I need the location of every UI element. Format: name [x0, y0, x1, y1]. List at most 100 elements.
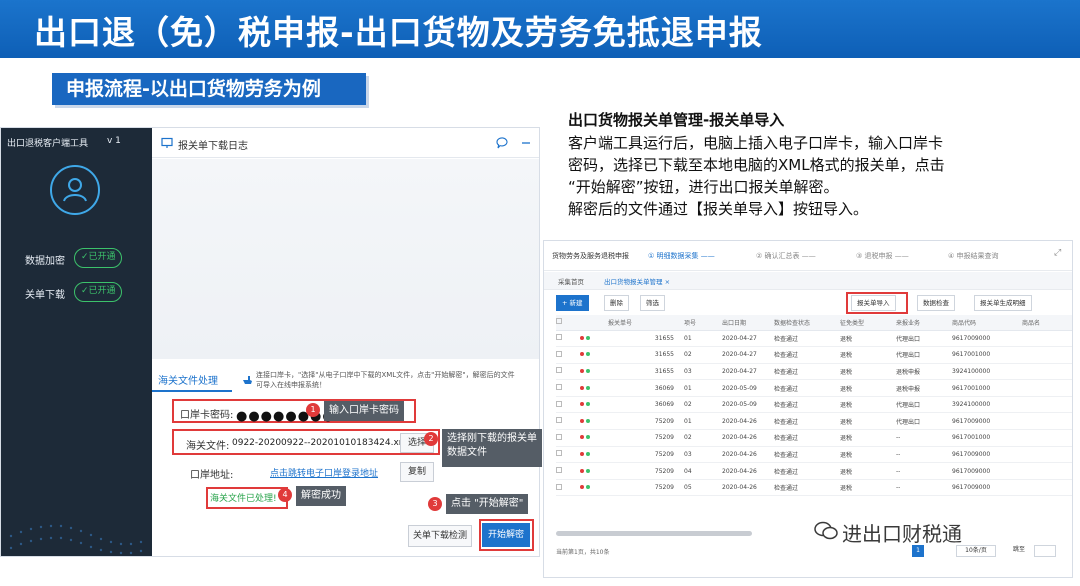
table-row[interactable]: 36069 02 2020-05-09 检查通过 退税 代理出口 3924100000: [556, 396, 1072, 414]
cell-biz: 代理出口: [896, 330, 952, 348]
cell-decl-no[interactable]: 31655: [608, 363, 684, 381]
col-header[interactable]: 商品名: [1022, 315, 1072, 331]
cell-date: 2020-04-26: [722, 429, 774, 447]
tab-home[interactable]: 采集首页: [558, 276, 584, 286]
goto-page-input[interactable]: [1034, 545, 1056, 557]
new-button[interactable]: + 新建: [556, 295, 589, 311]
col-header[interactable]: 项号: [684, 315, 722, 331]
cell-type: 退税: [840, 462, 896, 480]
cell-code: 9617009000: [952, 446, 1022, 464]
process-done-status: 海关文件已处理!: [210, 494, 277, 504]
row-checkbox[interactable]: [556, 367, 562, 374]
row-checkbox[interactable]: [556, 467, 562, 474]
cell-type: 退税: [840, 396, 896, 414]
step-2-label: 确认汇总表: [764, 252, 800, 260]
table-row[interactable]: 31655 02 2020-04-27 检查通过 退税 代理出口 9617001000: [556, 346, 1072, 364]
row-checkbox[interactable]: [556, 400, 562, 407]
monitor-icon: [161, 137, 173, 148]
fullscreen-icon[interactable]: ⤢: [1054, 248, 1061, 258]
row-checkbox[interactable]: [556, 433, 562, 440]
tab-declaration-mgmt[interactable]: 出口货物报关单管理 ×: [604, 276, 670, 286]
cell-decl-no[interactable]: 75209: [608, 479, 684, 497]
col-header[interactable]: 数据检查状态: [774, 315, 840, 331]
step-2[interactable]: ② 确认汇总表 ——: [756, 251, 816, 261]
table-row[interactable]: 31655 01 2020-04-27 检查通过 退税 代理出口 9617009000: [556, 330, 1072, 348]
cell-decl-no[interactable]: 36069: [608, 379, 684, 397]
horizontal-scrollbar[interactable]: [556, 531, 752, 536]
row-checkbox[interactable]: [556, 417, 562, 424]
cell-decl-no[interactable]: 75209: [608, 412, 684, 431]
password-input[interactable]: ●●●●●●●●: [236, 409, 335, 424]
step-3-label: 退税申报: [864, 252, 893, 260]
table-row[interactable]: 75209 04 2020-04-26 检查通过 退税 -- 9617009000: [556, 462, 1072, 480]
cell-decl-no[interactable]: 31655: [608, 346, 684, 364]
tab-file-process[interactable]: 海关文件处理: [158, 372, 218, 387]
row-checkbox[interactable]: [556, 450, 562, 457]
cell-status: 检查通过: [774, 462, 840, 480]
client-tool-window: 出口退税客户端工具 v 1 数据加密 ✓已开通 关单下载 ✓已开通 报关单下载日…: [0, 127, 540, 557]
minimize-icon[interactable]: [520, 137, 532, 149]
cell-date: 2020-04-26: [722, 412, 774, 431]
step-3[interactable]: ③ 退税申报 ——: [856, 251, 909, 261]
table-row[interactable]: 75209 02 2020-04-26 检查通过 退税 -- 9617001000: [556, 429, 1072, 447]
cell-biz: 退税申报: [896, 379, 952, 397]
cell-type: 退税: [840, 412, 896, 431]
description-line: 密码，选择已下载至本地电脑的XML格式的报关单，点击: [568, 156, 945, 174]
chat-icon[interactable]: [496, 137, 508, 149]
cell-type: 退税: [840, 363, 896, 381]
col-header[interactable]: 征免类型: [840, 315, 896, 331]
start-decrypt-button[interactable]: 开始解密: [482, 523, 530, 547]
port-login-link[interactable]: 点击跳转电子口岸登录地址: [270, 466, 378, 479]
callout-start-decrypt: 点击 "开始解密": [446, 494, 529, 514]
wechat-icon: [814, 521, 838, 540]
cell-item: 01: [684, 330, 722, 348]
cell-decl-no[interactable]: 75209: [608, 446, 684, 464]
download-check-button[interactable]: 关单下载检测: [408, 525, 472, 547]
step-4[interactable]: ④ 申报结果查询: [948, 251, 999, 261]
import-declaration-button[interactable]: 报关单导入: [851, 295, 896, 311]
cell-biz: --: [896, 462, 952, 480]
cell-date: 2020-04-26: [722, 446, 774, 464]
cell-biz: --: [896, 429, 952, 447]
page-size-select[interactable]: 10条/页: [956, 545, 996, 557]
cell-decl-no[interactable]: 75209: [608, 429, 684, 447]
declaration-web-window: 货物劳务及服务退税申报 ① 明细数据采集 —— ② 确认汇总表 —— ③ 退税申…: [543, 240, 1073, 578]
table-row[interactable]: 75209 01 2020-04-26 检查通过 退税 代理出口 9617009000: [556, 412, 1072, 431]
user-avatar-icon[interactable]: [50, 165, 100, 215]
description-line: “开始解密”按钮，进行出口报关单解密。: [568, 178, 839, 196]
row-checkbox[interactable]: [556, 350, 562, 357]
table-footer: 当前第1页，共10条: [556, 549, 610, 556]
step-bar: 货物劳务及服务退税申报 ① 明细数据采集 —— ② 确认汇总表 —— ③ 退税申…: [544, 241, 1072, 271]
table-row[interactable]: 75209 05 2020-04-26 检查通过 退税 -- 9617009000: [556, 479, 1072, 497]
col-header[interactable]: 来报业务: [896, 315, 952, 331]
step-1[interactable]: ① 明细数据采集 ——: [648, 251, 715, 261]
cell-decl-no[interactable]: 36069: [608, 396, 684, 414]
cell-code: 9617009000: [952, 479, 1022, 497]
select-all-checkbox[interactable]: [556, 318, 562, 325]
page-tabs: 采集首页 出口货物报关单管理 ×: [544, 272, 1072, 290]
table-row[interactable]: 36069 01 2020-05-09 检查通过 退税 退税申报 9617001000: [556, 379, 1072, 397]
row-checkbox[interactable]: [556, 384, 562, 391]
col-header[interactable]: 商品代码: [952, 315, 1022, 331]
row-checkbox[interactable]: [556, 334, 562, 341]
data-check-button[interactable]: 数据检查: [917, 295, 955, 311]
filter-button[interactable]: 筛选: [640, 295, 665, 311]
page-title: 出口退（免）税申报-出口货物及劳务免抵退申报: [34, 13, 763, 52]
table-row[interactable]: 31655 03 2020-04-27 检查通过 退税 退税申报 3924100000: [556, 363, 1072, 381]
copy-button[interactable]: 复制: [400, 462, 434, 482]
delete-button[interactable]: 删除: [604, 295, 629, 311]
cell-biz: --: [896, 446, 952, 464]
row-checkbox[interactable]: [556, 483, 562, 490]
cell-decl-no[interactable]: 75209: [608, 462, 684, 480]
callout-number: 3: [428, 497, 442, 511]
generate-detail-button[interactable]: 报关单生成明细: [974, 295, 1032, 311]
cell-code: 3924100000: [952, 363, 1022, 381]
cell-decl-no[interactable]: 31655: [608, 330, 684, 348]
file-path-input[interactable]: 0922-20200922--20201010183424.xml: [232, 438, 410, 448]
col-header[interactable]: 出口日期: [722, 315, 774, 331]
table-row[interactable]: 75209 03 2020-04-26 检查通过 退税 -- 9617009000: [556, 446, 1072, 464]
cell-status: 检查通过: [774, 446, 840, 464]
col-header[interactable]: 报关单号: [608, 315, 684, 331]
cell-item: 02: [684, 346, 722, 364]
goto-label: 跳至: [1012, 546, 1025, 553]
